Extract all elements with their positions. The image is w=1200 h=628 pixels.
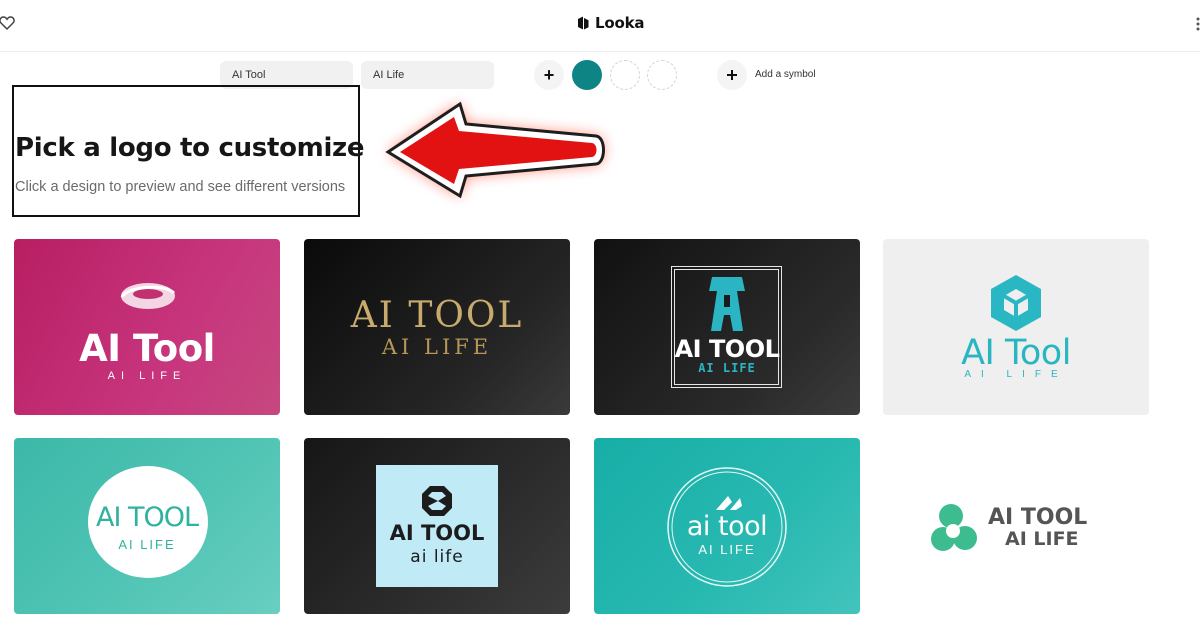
logo-tagline: AI LIFE (964, 369, 1068, 380)
logo-card[interactable]: AI TOOL AI LIFE (304, 239, 570, 415)
heart-icon[interactable] (0, 14, 16, 32)
brand-logo[interactable]: Looka (575, 14, 644, 32)
slogan-field[interactable]: AI Life (361, 61, 494, 89)
add-color-button[interactable]: + (534, 60, 564, 90)
top-bar: Looka (0, 0, 1200, 52)
letter-a-symbol-icon (709, 277, 745, 331)
page-subtitle: Click a design to preview and see differ… (15, 179, 346, 195)
logo-name: ai tool (686, 511, 768, 542)
logo-card[interactable]: AI Tool AI LIFE (14, 239, 280, 415)
logo-name: AI TOOL (389, 521, 485, 545)
empty-color-slot[interactable] (610, 60, 640, 90)
logo-name: AI Tool (961, 333, 1071, 373)
logo-tagline: AI LIFE (698, 361, 756, 375)
logo-tagline: AI LIFE (698, 542, 756, 557)
color-swatch-teal[interactable] (572, 60, 602, 90)
hexagon-symbol-icon (991, 275, 1041, 331)
logo-name: AI Tool (79, 327, 215, 370)
logo-card[interactable]: AI Tool AI LIFE (883, 239, 1149, 415)
plus-icon (727, 70, 737, 80)
add-symbol-button[interactable] (717, 60, 747, 90)
logo-tagline: ai life (410, 547, 464, 567)
logo-card[interactable]: AI TOOL AI LIFE (14, 438, 280, 614)
empty-color-slot[interactable] (647, 60, 677, 90)
brand-name: Looka (595, 14, 645, 32)
logo-card[interactable]: ai tool AI LIFE (594, 438, 860, 614)
logo-tagline: AI LIFE (107, 370, 187, 382)
logo-tagline: AI LIFE (381, 335, 493, 359)
logo-card[interactable]: AI TOOL AI LIFE (883, 438, 1149, 614)
logo-tagline: AI LIFE (118, 537, 176, 552)
add-symbol-label[interactable]: Add a symbol (755, 69, 816, 80)
logo-card[interactable]: AI TOOL AI LIFE (594, 239, 860, 415)
more-menu-icon[interactable] (1196, 16, 1200, 32)
logo-tagline: AI LIFE (1005, 528, 1079, 550)
annotation-arrow-icon (385, 101, 605, 199)
logo-name: AI TOOL (988, 505, 1088, 530)
logo-name: AI TOOL (674, 335, 780, 363)
logo-name: AI TOOL (95, 502, 199, 533)
logo-card[interactable]: AI TOOL ai life (304, 438, 570, 614)
page-title: Pick a logo to customize (15, 133, 365, 163)
looka-logo-icon (578, 16, 589, 30)
logo-name: AI TOOL (350, 295, 524, 336)
